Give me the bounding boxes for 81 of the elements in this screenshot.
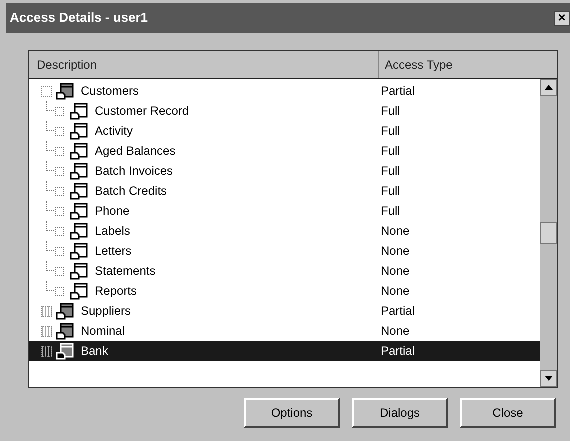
item-label: Customer Record [95, 103, 190, 120]
item-label: Batch Credits [95, 183, 168, 200]
tree-row[interactable]: Batch Invoices Full [29, 161, 540, 181]
access-type: Full [381, 203, 400, 220]
item-label: Aged Balances [95, 143, 176, 160]
expand-toggle[interactable] [41, 326, 52, 336]
dialog-button[interactable]: Close [460, 398, 556, 428]
item-label: Batch Invoices [95, 163, 174, 180]
tree-row[interactable]: Labels None [29, 221, 540, 241]
window-title: Access Details - user1 [10, 9, 148, 28]
module-icon [56, 322, 74, 340]
tree-row[interactable]: Customers Partial [29, 81, 540, 101]
tree-checkbox[interactable] [55, 246, 64, 256]
access-type: None [381, 283, 410, 300]
item-label: Reports [95, 283, 138, 300]
tree-row[interactable]: Nominal None [29, 321, 540, 341]
tree-checkbox[interactable] [55, 106, 64, 116]
tree-checkbox[interactable] [55, 206, 64, 216]
access-type: Full [381, 123, 400, 140]
scroll-up-icon[interactable] [544, 85, 552, 90]
dialog-button[interactable]: Dialogs [352, 398, 448, 428]
item-label: Suppliers [81, 303, 132, 320]
window-icon [70, 122, 88, 140]
tree-row[interactable]: Customer Record Full [29, 101, 540, 121]
window-icon [70, 242, 88, 260]
tree-row[interactable]: Statements None [29, 261, 540, 281]
window-icon [70, 202, 88, 220]
access-type: Partial [381, 83, 416, 100]
scroll-thumb[interactable] [540, 222, 557, 244]
window-icon [70, 222, 88, 240]
module-icon [56, 82, 74, 100]
tree-row[interactable]: Letters None [29, 241, 540, 261]
item-label: Nominal [81, 323, 126, 340]
access-type: None [381, 263, 410, 280]
tree-checkbox[interactable] [55, 146, 64, 156]
window-icon [70, 162, 88, 180]
access-type: None [381, 243, 410, 260]
tree-row[interactable]: Reports None [29, 281, 540, 301]
expand-toggle[interactable] [41, 306, 52, 316]
window-icon [70, 182, 88, 200]
close-button[interactable]: × [554, 10, 570, 26]
collapse-toggle[interactable] [41, 86, 52, 96]
window-icon [70, 282, 88, 300]
column-header[interactable]: Description [29, 51, 379, 78]
access-type: Full [381, 163, 400, 180]
access-type: Full [381, 103, 400, 120]
window-icon [70, 142, 88, 160]
window-icon [70, 102, 88, 120]
scroll-down-icon[interactable] [544, 376, 552, 381]
tree-checkbox[interactable] [55, 266, 64, 276]
item-label: Labels [95, 223, 130, 240]
item-label: Activity [95, 123, 134, 140]
access-type: None [381, 323, 410, 340]
tree-checkbox[interactable] [55, 286, 64, 296]
item-label: Letters [95, 243, 132, 260]
expand-toggle[interactable] [41, 346, 52, 356]
window-icon [70, 262, 88, 280]
item-label: Statements [95, 263, 156, 280]
item-label: Bank [81, 343, 108, 360]
tree-row[interactable]: Activity Full [29, 121, 540, 141]
tree-row[interactable]: Suppliers Partial [29, 301, 540, 321]
module-icon [56, 302, 74, 320]
tree-row[interactable]: Bank Partial [29, 341, 540, 361]
tree-checkbox[interactable] [55, 126, 64, 136]
tree-row[interactable]: Aged Balances Full [29, 141, 540, 161]
tree-row[interactable]: Batch Credits Full [29, 181, 540, 201]
tree-checkbox[interactable] [55, 226, 64, 236]
module-icon [56, 342, 74, 360]
tree-row[interactable]: Phone Full [29, 201, 540, 221]
tree-checkbox[interactable] [55, 166, 64, 176]
access-type: Partial [381, 343, 416, 360]
scrollbar[interactable] [540, 79, 557, 387]
column-header[interactable]: Access Type [379, 51, 557, 78]
access-type: Full [381, 143, 400, 160]
access-type: Partial [381, 303, 416, 320]
item-label: Customers [81, 83, 140, 100]
access-type: Full [381, 183, 400, 200]
tree-checkbox[interactable] [55, 186, 64, 196]
access-type: None [381, 223, 410, 240]
dialog-button[interactable]: Options [244, 398, 340, 428]
item-label: Phone [95, 203, 130, 220]
